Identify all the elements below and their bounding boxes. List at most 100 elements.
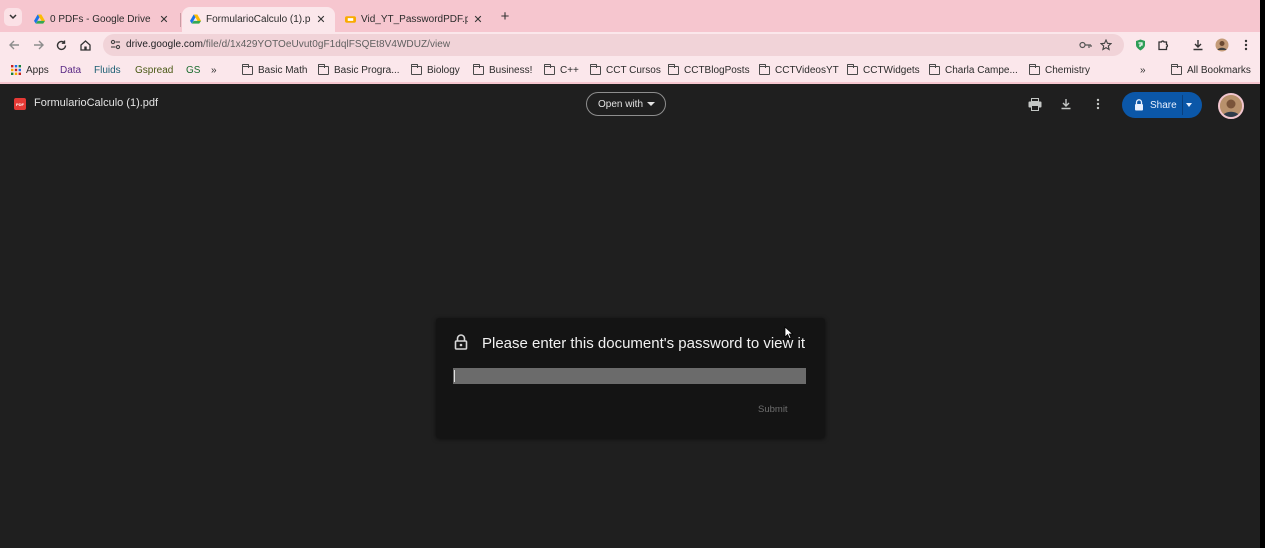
- bookmark-folder-chemistry[interactable]: Chemistry: [1029, 63, 1090, 77]
- more-actions-button[interactable]: [1090, 96, 1106, 112]
- bookmark-folder-biology[interactable]: Biology: [411, 63, 460, 77]
- close-icon[interactable]: ✕: [158, 14, 170, 26]
- bookmarks-more-button[interactable]: »: [1140, 63, 1146, 77]
- folder-icon: [411, 63, 422, 75]
- share-divider: [1182, 95, 1183, 115]
- close-icon[interactable]: ✕: [472, 14, 484, 26]
- print-button[interactable]: [1027, 96, 1043, 112]
- bookmark-data[interactable]: Data: [60, 63, 81, 77]
- extension-shield-icon: [1135, 39, 1145, 51]
- folder-icon: [759, 63, 770, 75]
- bookmark-gs[interactable]: GS: [186, 63, 200, 77]
- bookmark-folder-charla-campe[interactable]: Charla Campe...: [929, 63, 1018, 77]
- address-bar[interactable]: drive.google.com/file/d/1x429YOTOeUvut0g…: [103, 34, 1124, 56]
- bookmark-folder-business[interactable]: Business!: [473, 63, 532, 77]
- google-slides-icon: [345, 16, 356, 23]
- more-vertical-icon: [1096, 98, 1100, 110]
- bookmark-label: C++: [560, 64, 579, 76]
- url-host: drive.google.com: [126, 39, 203, 50]
- bookmark-label: Business!: [489, 64, 533, 76]
- reload-icon: [56, 40, 66, 50]
- tab-title: Vid_YT_PasswordPDF.pdf: [361, 14, 468, 25]
- profile-button[interactable]: [1214, 37, 1230, 53]
- caret-down-icon[interactable]: [1186, 103, 1192, 107]
- folder-icon: [318, 63, 329, 75]
- bookmark-folder-cpp[interactable]: C++: [544, 63, 579, 77]
- bookmark-gspread[interactable]: Gspread: [135, 63, 173, 77]
- bookmark-label: Charla Campe...: [945, 64, 1018, 76]
- share-button[interactable]: Share: [1122, 92, 1202, 118]
- folder-icon: [242, 63, 253, 75]
- open-with-label: Open with: [598, 98, 644, 110]
- bookmarks-overflow-button[interactable]: »: [211, 63, 217, 77]
- open-with-button[interactable]: Open with: [586, 92, 666, 116]
- bookmark-folder-cctwidgets[interactable]: CCTWidgets: [847, 63, 920, 77]
- extensions-menu-button[interactable]: [1155, 37, 1171, 53]
- mouse-pointer-icon: [784, 326, 794, 340]
- submit-button[interactable]: Submit: [758, 404, 788, 415]
- downloads-button[interactable]: [1190, 37, 1206, 53]
- password-dialog: Please enter this document's password to…: [436, 318, 825, 438]
- bookmark-folder-cctvideosyt[interactable]: CCTVideosYT: [759, 63, 839, 77]
- google-drive-icon: [190, 14, 201, 24]
- account-avatar[interactable]: [1218, 93, 1244, 119]
- reload-button[interactable]: [53, 37, 69, 53]
- forward-button[interactable]: [30, 37, 46, 53]
- folder-icon: [590, 63, 601, 75]
- bookmark-label: CCT Cursos: [606, 64, 661, 76]
- password-input[interactable]: [453, 368, 806, 384]
- tab-bar: 0 PDFs - Google Drive ✕ FormularioCalcul…: [0, 4, 1260, 32]
- tab-title: FormularioCalculo (1).pdf: [206, 14, 311, 25]
- site-settings-icon[interactable]: [110, 39, 121, 50]
- bookmarks-bar: Apps Data Fluids Gspread GS » Basic Math…: [0, 58, 1260, 82]
- bookmark-label: Chemistry: [1045, 64, 1091, 76]
- share-label: Share: [1150, 100, 1177, 111]
- star-icon[interactable]: [1100, 39, 1112, 51]
- lock-icon: [454, 334, 468, 350]
- browser-toolbar: drive.google.com/file/d/1x429YOTOeUvut0g…: [0, 32, 1260, 58]
- bookmark-folder-basic-math[interactable]: Basic Math: [242, 63, 307, 77]
- folder-icon: [847, 63, 858, 75]
- text-caret: [454, 370, 455, 382]
- password-prompt: Please enter this document's password to…: [482, 335, 806, 352]
- bookmark-folder-cct-cursos[interactable]: CCT Cursos: [590, 63, 661, 77]
- bookmark-label: CCTWidgets: [863, 64, 920, 76]
- bookmark-label: Gspread: [135, 64, 174, 76]
- bookmark-apps[interactable]: Apps: [11, 63, 49, 77]
- tab-google-drive[interactable]: 0 PDFs - Google Drive ✕: [26, 7, 178, 32]
- extension-button[interactable]: [1132, 37, 1148, 53]
- tab-title: 0 PDFs - Google Drive: [50, 14, 151, 25]
- bookmark-label: Basic Progra...: [334, 64, 400, 76]
- bookmark-label: Biology: [427, 64, 460, 76]
- folder-icon: [929, 63, 940, 75]
- all-bookmarks-folder[interactable]: All Bookmarks: [1171, 63, 1251, 77]
- folder-icon: [1171, 63, 1182, 75]
- folder-icon: [473, 63, 484, 75]
- bookmark-folder-basic-progra[interactable]: Basic Progra...: [318, 63, 400, 77]
- folder-icon: [544, 63, 555, 75]
- download-icon: [1193, 40, 1203, 51]
- tab-formulario-calculo[interactable]: FormularioCalculo (1).pdf ✕: [182, 7, 335, 32]
- tab-search-button[interactable]: [4, 8, 22, 26]
- folder-icon: [668, 63, 679, 75]
- browser-menu-button[interactable]: [1238, 37, 1254, 53]
- arrow-right-icon: [33, 40, 44, 50]
- viewer-header: PDF FormularioCalculo (1).pdf Open with …: [0, 84, 1260, 124]
- home-button[interactable]: [77, 37, 93, 53]
- bookmark-label: Apps: [26, 64, 49, 76]
- google-drive-icon: [34, 14, 45, 24]
- profile-avatar-icon: [1215, 38, 1229, 52]
- print-icon: [1028, 97, 1042, 111]
- download-button[interactable]: [1058, 96, 1074, 112]
- tab-vid-yt-password[interactable]: Vid_YT_PasswordPDF.pdf ✕: [337, 7, 492, 32]
- bookmark-label: GS: [186, 64, 201, 76]
- bookmark-folder-cctblogposts[interactable]: CCTBlogPosts: [668, 63, 750, 77]
- caret-down-icon: [647, 102, 655, 106]
- new-tab-button[interactable]: +: [497, 9, 513, 26]
- password-key-icon[interactable]: [1079, 40, 1092, 50]
- bookmark-fluids[interactable]: Fluids: [94, 63, 121, 77]
- back-button[interactable]: [6, 37, 22, 53]
- puzzle-icon: [1158, 40, 1169, 51]
- close-icon[interactable]: ✕: [315, 14, 327, 26]
- arrow-left-icon: [8, 40, 19, 50]
